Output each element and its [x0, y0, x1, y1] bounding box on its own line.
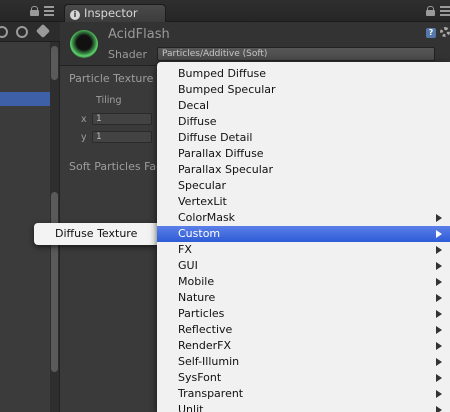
y-label: y [81, 132, 87, 143]
tiling-y-field[interactable]: 1 [92, 131, 152, 143]
menu-item-fx[interactable]: FX [157, 242, 450, 258]
menu-item-label: Nature [178, 291, 216, 304]
menu-item-specular[interactable]: Specular [157, 178, 450, 194]
scroll-thumb[interactable] [51, 192, 58, 372]
submenu-arrow-icon [436, 358, 442, 366]
menu-item-label: Mobile [178, 275, 215, 288]
submenu-arrow-icon [436, 310, 442, 318]
menu-item-nature[interactable]: Nature [157, 290, 450, 306]
menu-item-mobile[interactable]: Mobile [157, 274, 450, 290]
search-by-type-icon[interactable] [16, 26, 28, 38]
menu-item-bumped-diffuse[interactable]: Bumped Diffuse [157, 66, 450, 82]
panel-menu-icon[interactable] [440, 6, 450, 16]
submenu-item-diffuse-texture[interactable]: Diffuse Texture [55, 227, 137, 240]
menu-item-label: Diffuse [178, 115, 217, 128]
menu-item-label: Particles [178, 307, 225, 320]
submenu-arrow-icon [436, 374, 442, 382]
menu-item-diffuse[interactable]: Diffuse [157, 114, 450, 130]
menu-item-label: Reflective [178, 323, 233, 336]
x-label: x [81, 114, 87, 125]
custom-submenu: Diffuse Texture [34, 223, 157, 245]
submenu-arrow-icon [436, 406, 442, 412]
panel-menu-icon[interactable] [44, 6, 54, 16]
tab-inspector-label: Inspector [84, 6, 138, 20]
menu-item-label: Parallax Specular [178, 163, 274, 176]
menu-item-sysfont[interactable]: SysFont [157, 370, 450, 386]
shader-menu: Bumped Diffuse Bumped Specular Decal Diffus… [157, 62, 450, 412]
menu-item-renderfx[interactable]: RenderFX [157, 338, 450, 354]
info-icon: i [70, 10, 80, 20]
menu-item-label: Transparent [178, 387, 244, 400]
filter-icon[interactable] [0, 26, 8, 38]
material-header: AcidFlash Shader Particles/Additive (Sof… [60, 22, 450, 66]
menu-item-label: VertexLit [178, 195, 227, 208]
tiling-x-field[interactable]: 1 [92, 113, 152, 125]
menu-item-reflective[interactable]: Reflective [157, 322, 450, 338]
material-name: AcidFlash [108, 27, 170, 42]
shader-dropdown[interactable]: Particles/Additive (Soft) [157, 47, 435, 61]
menu-item-label: FX [178, 243, 192, 256]
submenu-arrow-icon [436, 230, 442, 238]
lock-icon[interactable] [30, 6, 39, 16]
material-preview-icon [70, 30, 98, 58]
submenu-arrow-icon [436, 214, 442, 222]
menu-item-label: Self-Illumin [178, 355, 240, 368]
help-icon[interactable]: ? [426, 28, 436, 38]
menu-item-colormask[interactable]: ColorMask [157, 210, 450, 226]
menu-item-diffuse-detail[interactable]: Diffuse Detail [157, 130, 450, 146]
selected-asset-row[interactable] [0, 92, 50, 106]
menu-item-label: Custom [178, 227, 221, 240]
submenu-arrow-icon [436, 390, 442, 398]
menu-item-label: Bumped Diffuse [178, 67, 267, 80]
menu-item-parallax-diffuse[interactable]: Parallax Diffuse [157, 146, 450, 162]
lock-icon[interactable] [426, 6, 435, 16]
menu-item-label: Parallax Diffuse [178, 147, 264, 160]
menu-item-label: GUI [178, 259, 198, 272]
menu-item-transparent[interactable]: Transparent [157, 386, 450, 402]
tab-inspector[interactable]: i Inspector [64, 4, 166, 22]
menu-item-label: Bumped Specular [178, 83, 276, 96]
submenu-arrow-icon [436, 342, 442, 350]
menu-item-parallax-specular[interactable]: Parallax Specular [157, 162, 450, 178]
inspector-tabbar: i Inspector [60, 0, 450, 22]
left-panel-header [0, 0, 60, 22]
menu-item-label: Unlit [178, 403, 204, 412]
soft-particles-label: Soft Particles Fac [69, 160, 163, 173]
menu-item-unlit[interactable]: Unlit [157, 402, 450, 412]
menu-item-label: Decal [178, 99, 210, 112]
menu-item-custom[interactable]: Custom [157, 226, 450, 242]
submenu-arrow-icon [436, 246, 442, 254]
shader-label: Shader [108, 48, 147, 61]
menu-item-label: Diffuse Detail [178, 131, 253, 144]
left-panel [0, 0, 60, 412]
submenu-arrow-icon [436, 294, 442, 302]
menu-item-label: ColorMask [178, 211, 236, 224]
menu-item-bumped-specular[interactable]: Bumped Specular [157, 82, 450, 98]
label-tag-icon[interactable] [35, 23, 51, 39]
menu-item-vertexlit[interactable]: VertexLit [157, 194, 450, 210]
submenu-arrow-icon [436, 278, 442, 286]
gear-icon[interactable] [440, 27, 450, 37]
menu-item-decal[interactable]: Decal [157, 98, 450, 114]
menu-item-gui[interactable]: GUI [157, 258, 450, 274]
submenu-arrow-icon [436, 326, 442, 334]
particle-texture-label: Particle Texture [69, 72, 154, 85]
submenu-arrow-icon [436, 262, 442, 270]
tiling-label: Tiling [96, 95, 122, 106]
menu-item-label: Specular [178, 179, 227, 192]
menu-item-self-illumin[interactable]: Self-Illumin [157, 354, 450, 370]
menu-item-label: SysFont [178, 371, 222, 384]
menu-item-particles[interactable]: Particles [157, 306, 450, 322]
menu-item-label: RenderFX [178, 339, 232, 352]
scroll-thumb[interactable] [51, 46, 58, 80]
left-toolbar [0, 22, 60, 42]
